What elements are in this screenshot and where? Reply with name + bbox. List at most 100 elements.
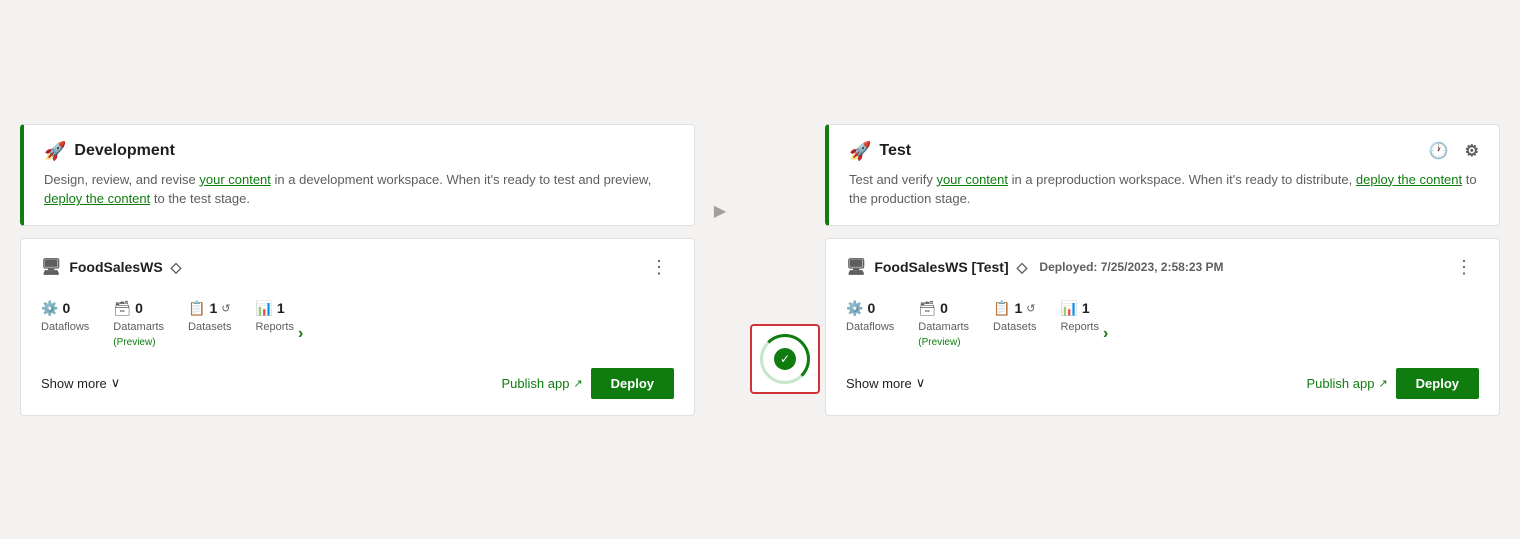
test-datamarts-sublabel: (Preview) — [918, 337, 960, 348]
development-deploy-button[interactable]: Deploy — [591, 368, 674, 399]
test-dataflows-icon: ⚙️ — [846, 300, 863, 317]
test-datamarts-metric-top: 🗃 0 — [918, 300, 948, 317]
development-metrics-row: ⚙️ 0 Dataflows 🗃 0 Datamarts (Preview) — [41, 300, 294, 348]
reports-label: Reports — [255, 321, 294, 333]
development-publish-button[interactable]: Publish app ↗ — [501, 376, 582, 391]
test-workspace-name: FoodSalesWS [Test] — [874, 259, 1008, 275]
datamarts-metric-top: 🗃 0 — [113, 300, 143, 317]
test-stage-title: 🚀 Test 🕐 ⚙ — [849, 141, 1479, 162]
diamond-icon: ◇ — [171, 259, 182, 276]
test-diamond-icon: ◇ — [1017, 259, 1028, 276]
development-publish-label: Publish app — [501, 376, 569, 391]
datasets-label: Datasets — [188, 321, 231, 333]
test-show-more-chevron: ∨ — [916, 375, 926, 391]
development-workspace-card: 🖥 FoodSalesWS ◇ ⋮ ⚙️ 0 Dataflows — [20, 238, 695, 416]
development-workspace-title: 🖥 FoodSalesWS ◇ — [41, 257, 181, 277]
test-reports-metric: 📊 1 Reports — [1060, 300, 1099, 333]
development-stage: 🚀 Development Design, review, and revise… — [20, 124, 695, 416]
test-deploy-label: Deploy — [1416, 376, 1459, 391]
test-stage-header: 🚀 Test 🕐 ⚙ Test and verify your content … — [825, 124, 1500, 226]
development-workspace-name: FoodSalesWS — [69, 259, 162, 275]
metrics-next-chevron[interactable]: › — [294, 325, 307, 343]
monitor-icon: 🖥 — [41, 257, 61, 277]
check-circle: ✓ — [774, 348, 796, 370]
test-publish-label: Publish app — [1306, 376, 1374, 391]
spinner-ring: ✓ — [760, 334, 810, 384]
test-card-footer: Show more ∨ Publish app ↗ Deploy — [846, 368, 1479, 399]
datamarts-icon: 🗃 — [113, 300, 131, 317]
development-footer-actions: Publish app ↗ Deploy — [501, 368, 674, 399]
test-workspace-title: 🖥 FoodSalesWS [Test] ◇ Deployed: 7/25/20… — [846, 257, 1224, 277]
development-stage-title: 🚀 Development — [44, 141, 674, 162]
datamarts-label: Datamarts — [113, 321, 164, 333]
test-settings-icon[interactable]: ⚙ — [1465, 141, 1479, 161]
test-dataflows-label: Dataflows — [846, 321, 894, 333]
datamarts-value: 0 — [135, 300, 143, 316]
dataflows-icon: ⚙️ — [41, 300, 58, 317]
test-datasets-metric-top: 📋 1 ↺ — [993, 300, 1035, 317]
test-more-button[interactable]: ⋮ — [1449, 255, 1479, 280]
datasets-icon: 📋 — [188, 300, 205, 317]
test-reports-metric-top: 📊 1 — [1060, 300, 1089, 317]
publish-external-icon: ↗ — [573, 377, 582, 390]
development-more-button[interactable]: ⋮ — [644, 255, 674, 280]
pipeline-container: 🚀 Development Design, review, and revise… — [20, 124, 1500, 416]
test-show-more-label: Show more — [846, 376, 912, 391]
datamarts-sublabel: (Preview) — [113, 337, 155, 348]
test-datasets-label: Datasets — [993, 321, 1036, 333]
dataflows-label: Dataflows — [41, 321, 89, 333]
test-metrics-wrapper: ⚙️ 0 Dataflows 🗃 0 Datamarts (Preview) — [846, 300, 1479, 368]
test-stage: 🚀 Test 🕐 ⚙ Test and verify your content … — [825, 124, 1500, 416]
test-footer-actions: Publish app ↗ Deploy — [1306, 368, 1479, 399]
development-title-text: Development — [74, 142, 174, 160]
development-metrics-wrapper: ⚙️ 0 Dataflows 🗃 0 Datamarts (Preview) — [41, 300, 674, 368]
right-arrow-icon: ▶ — [714, 204, 726, 220]
test-datasets-icon: 📋 — [993, 300, 1010, 317]
test-deploy-button[interactable]: Deploy — [1396, 368, 1479, 399]
test-show-more-button[interactable]: Show more ∨ — [846, 375, 925, 391]
test-deployed-info: Deployed: 7/25/2023, 2:58:23 PM — [1039, 260, 1223, 274]
dataflows-value: 0 — [62, 300, 70, 316]
test-datasets-refresh-icon: ↺ — [1026, 302, 1035, 315]
test-monitor-icon: 🖥 — [846, 257, 866, 277]
development-workspace-header: 🖥 FoodSalesWS ◇ ⋮ — [41, 255, 674, 280]
test-dataflows-metric-top: ⚙️ 0 — [846, 300, 875, 317]
test-dataflows-metric: ⚙️ 0 Dataflows — [846, 300, 894, 333]
development-stage-header: 🚀 Development Design, review, and revise… — [20, 124, 695, 226]
reports-icon: 📊 — [255, 300, 272, 317]
datasets-refresh-icon: ↺ — [221, 302, 230, 315]
reports-metric: 📊 1 Reports — [255, 300, 294, 333]
dev-to-test-arrow: ▶ — [695, 124, 745, 220]
datamarts-metric: 🗃 0 Datamarts (Preview) — [113, 300, 164, 348]
dataflows-metric-top: ⚙️ 0 — [41, 300, 70, 317]
development-show-more-button[interactable]: Show more ∨ — [41, 375, 120, 391]
development-description: Design, review, and revise your content … — [44, 170, 674, 209]
reports-value: 1 — [277, 300, 285, 316]
test-datamarts-metric: 🗃 0 Datamarts (Preview) — [918, 300, 969, 348]
show-more-chevron: ∨ — [111, 375, 121, 391]
test-reports-icon: 📊 — [1060, 300, 1077, 317]
test-datasets-metric: 📋 1 ↺ Datasets — [993, 300, 1036, 333]
test-publish-button[interactable]: Publish app ↗ — [1306, 376, 1387, 391]
deploy-indicator: ✓ — [750, 324, 820, 394]
test-metrics-next-chevron[interactable]: › — [1099, 325, 1112, 343]
development-card-footer: Show more ∨ Publish app ↗ Deploy — [41, 368, 674, 399]
test-datamarts-value: 0 — [940, 300, 948, 316]
test-title-text: Test — [879, 142, 911, 160]
test-reports-value: 1 — [1082, 300, 1090, 316]
test-history-icon[interactable]: 🕐 — [1429, 141, 1449, 161]
test-reports-label: Reports — [1060, 321, 1099, 333]
development-deploy-label: Deploy — [611, 376, 654, 391]
test-stage-icon: 🚀 — [849, 141, 871, 162]
datasets-value: 1 — [209, 300, 217, 316]
test-datasets-value: 1 — [1014, 300, 1022, 316]
test-workspace-header: 🖥 FoodSalesWS [Test] ◇ Deployed: 7/25/20… — [846, 255, 1479, 280]
test-description: Test and verify your content in a prepro… — [849, 170, 1479, 209]
test-workspace-card: 🖥 FoodSalesWS [Test] ◇ Deployed: 7/25/20… — [825, 238, 1500, 416]
test-datamarts-icon: 🗃 — [918, 300, 936, 317]
reports-metric-top: 📊 1 — [255, 300, 284, 317]
deploy-indicator-wrapper: ✓ — [745, 124, 825, 394]
datasets-metric: 📋 1 ↺ Datasets — [188, 300, 231, 333]
test-datamarts-label: Datamarts — [918, 321, 969, 333]
test-dataflows-value: 0 — [867, 300, 875, 316]
